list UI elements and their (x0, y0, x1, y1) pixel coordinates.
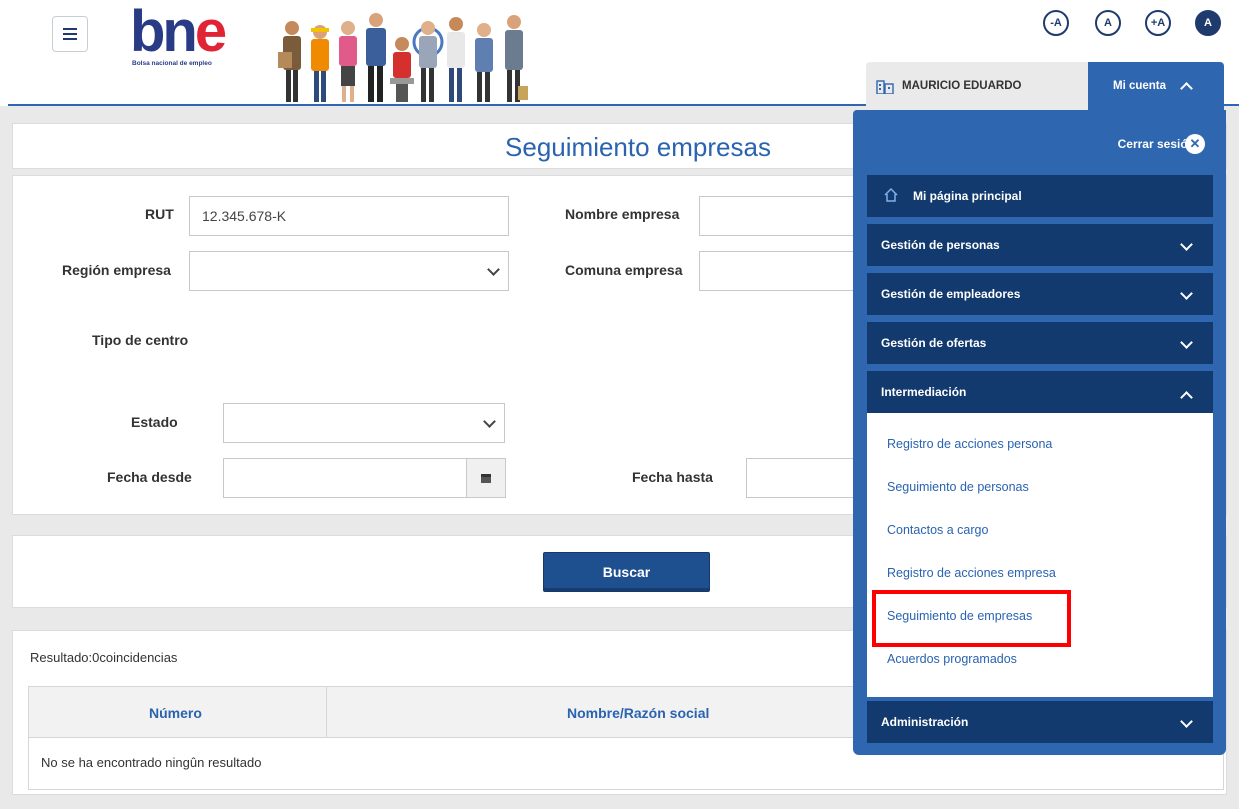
workers-illustration (278, 13, 528, 102)
chevron-down-icon (1180, 336, 1193, 349)
nombre-empresa-input[interactable] (699, 196, 859, 236)
submenu-seguimiento-personas[interactable]: Seguimiento de personas (887, 480, 1029, 494)
bne-logo[interactable]: bne Bolsa nacional de empleo (130, 0, 268, 76)
cerrar-sesion-link[interactable]: Cerrar sesión (1118, 137, 1195, 151)
menu-item-gestion-empleadores[interactable]: Gestión de empleadores (867, 273, 1213, 315)
logo-wordmark: bne (130, 0, 227, 64)
nombre-empresa-label: Nombre empresa (565, 206, 680, 222)
intermediacion-submenu: Registro de acciones persona Seguimiento… (867, 413, 1213, 697)
submenu-acuerdos-programados[interactable]: Acuerdos programados (887, 652, 1017, 666)
fecha-hasta-input[interactable] (746, 458, 859, 498)
submenu-contactos-a-cargo[interactable]: Contactos a cargo (887, 523, 988, 537)
comuna-label: Comuna empresa (565, 262, 683, 278)
chevron-down-icon (483, 415, 496, 428)
normal-font-button[interactable]: A (1095, 10, 1121, 36)
mi-cuenta-label: Mi cuenta (1113, 80, 1167, 92)
user-name: MAURICIO EDUARDO (902, 80, 1022, 92)
menu-item-intermediacion[interactable]: Intermediación (867, 371, 1213, 413)
column-divider (326, 687, 327, 737)
mi-cuenta-tab[interactable]: Mi cuenta (1088, 62, 1224, 110)
column-numero[interactable]: Número (149, 705, 202, 721)
menu-item-label: Gestión de ofertas (881, 336, 987, 350)
decrease-font-button[interactable]: -A (1043, 10, 1069, 36)
tipo-centro-label: Tipo de centro (92, 332, 189, 348)
chevron-down-icon (1180, 715, 1193, 728)
home-icon (884, 187, 898, 202)
menu-item-mi-pagina-principal[interactable]: Mi página principal (867, 175, 1213, 217)
building-icon (876, 80, 894, 94)
menu-item-label: Mi página principal (913, 189, 1022, 203)
chevron-up-icon (1180, 391, 1193, 404)
buscar-button[interactable]: Buscar (543, 552, 710, 592)
region-label: Región empresa (62, 262, 171, 278)
menu-item-label: Administración (881, 715, 969, 729)
chevron-down-icon (487, 263, 500, 276)
region-select[interactable] (189, 251, 509, 291)
rut-label: RUT (145, 206, 174, 222)
submenu-registro-acciones-persona[interactable]: Registro de acciones persona (887, 437, 1052, 451)
empty-results-message: No se ha encontrado ningûn resultado (41, 755, 262, 770)
close-icon[interactable]: ✕ (1185, 134, 1205, 154)
comuna-select[interactable] (699, 251, 859, 291)
hamburger-menu-button[interactable] (52, 16, 88, 52)
column-nombre-razon-social[interactable]: Nombre/Razón social (567, 705, 709, 721)
fecha-desde-label: Fecha desde (107, 469, 192, 485)
menu-item-label: Gestión de personas (881, 238, 1000, 252)
fecha-desde-calendar-button[interactable] (466, 458, 506, 498)
fecha-desde-input[interactable] (223, 458, 467, 498)
rut-input[interactable]: 12.345.678-K (189, 196, 509, 236)
fecha-hasta-label: Fecha hasta (632, 469, 713, 485)
chevron-up-icon (1180, 82, 1193, 95)
logo-subtitle: Bolsa nacional de empleo (132, 60, 212, 67)
estado-label: Estado (131, 414, 178, 430)
menu-item-label: Gestión de empleadores (881, 287, 1021, 301)
chevron-down-icon (1180, 287, 1193, 300)
menu-item-gestion-personas[interactable]: Gestión de personas (867, 224, 1213, 266)
hamburger-icon (63, 33, 77, 35)
menu-item-label: Intermediación (881, 385, 967, 399)
results-summary: Resultado:0coincidencias (30, 650, 178, 665)
user-tab[interactable]: MAURICIO EDUARDO (866, 62, 1088, 110)
increase-font-button[interactable]: +A (1145, 10, 1171, 36)
submenu-registro-acciones-empresa[interactable]: Registro de acciones empresa (887, 566, 1056, 580)
high-contrast-button[interactable]: A (1195, 10, 1221, 36)
calendar-icon (481, 473, 491, 483)
chevron-down-icon (1180, 238, 1193, 251)
menu-item-administracion[interactable]: Administración (867, 701, 1213, 743)
menu-item-gestion-ofertas[interactable]: Gestión de ofertas (867, 322, 1213, 364)
highlight-box (872, 590, 1071, 647)
estado-select[interactable] (223, 403, 505, 443)
